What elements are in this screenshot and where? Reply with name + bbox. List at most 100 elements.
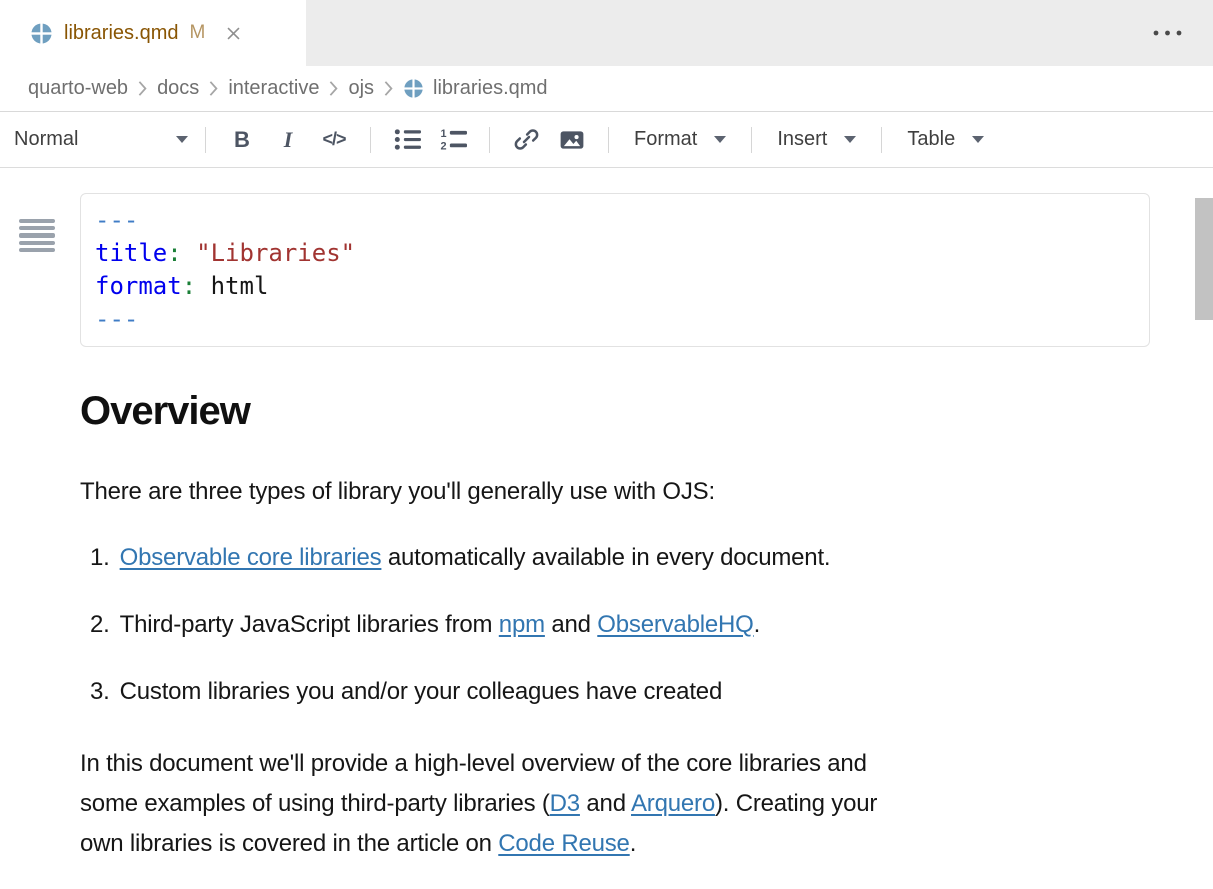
document-canvas: ---title: "Libraries"format: html--- Ove… (0, 193, 1213, 889)
tab-bar: libraries.qmd M (0, 0, 1213, 66)
bold-button[interactable]: B (219, 120, 265, 160)
list-item-number: 3. (90, 677, 110, 707)
insert-menu[interactable]: Insert (765, 128, 868, 151)
link-button[interactable] (503, 120, 549, 160)
italic-button[interactable]: I (265, 120, 311, 160)
list-item-text: Custom libraries you and/or your colleag… (120, 677, 722, 707)
paragraph-line: some examples of using third-party libra… (80, 784, 1133, 824)
chevron-down-icon (714, 136, 726, 143)
editor-window: libraries.qmd M quarto-web docs interactiv… (0, 0, 1213, 889)
code-token-colon: : (182, 272, 196, 300)
paragraph-style-label: Normal (14, 128, 78, 151)
toolbar-divider (205, 127, 206, 153)
code-token-key: format (95, 272, 182, 300)
code-line: title: "Libraries" (95, 237, 1135, 270)
toolbar-divider (608, 127, 609, 153)
text-segment: automatically available in every documen… (381, 544, 830, 571)
insert-menu-label: Insert (777, 128, 827, 151)
tab-bar-space (306, 0, 1213, 66)
doc-link-observable-core-libraries[interactable]: Observable core libraries (120, 544, 382, 571)
code-token-colon: : (167, 239, 181, 267)
text-segment: . (630, 830, 636, 857)
list-item-number: 2. (90, 610, 110, 640)
format-menu-label: Format (634, 128, 697, 151)
doc-link-d3[interactable]: D3 (550, 790, 580, 817)
code-line: --- (95, 204, 1135, 237)
bulleted-list-icon (394, 128, 421, 151)
yaml-front-matter-block[interactable]: ---title: "Libraries"format: html--- (80, 193, 1150, 347)
breadcrumb-item-docs[interactable]: docs (157, 77, 199, 100)
code-line: format: html (95, 270, 1135, 303)
toolbar-divider (370, 127, 371, 153)
bulleted-list-button[interactable] (384, 120, 430, 160)
code-token-plain: html (196, 272, 268, 300)
doc-link-code-reuse[interactable]: Code Reuse (498, 830, 629, 857)
numbered-list-button[interactable]: 1 2 (430, 120, 476, 160)
breadcrumb: quarto-web docs interactive ojs libraries.qm… (0, 66, 1213, 112)
numbered-list-icon: 1 2 (440, 128, 467, 151)
text-segment: ). Creating your (715, 790, 877, 817)
bold-icon: B (234, 127, 250, 153)
code-token-plain (182, 239, 196, 267)
text-segment: and (580, 790, 631, 817)
quarto-file-icon (30, 22, 53, 45)
table-menu-label: Table (907, 128, 955, 151)
breadcrumb-item-quarto-web[interactable]: quarto-web (28, 77, 128, 100)
text-segment: own libraries is covered in the article … (80, 830, 498, 857)
drag-handle-icon[interactable] (19, 219, 55, 252)
formatting-toolbar: Normal B I </> 1 2 (0, 112, 1213, 168)
code-line: --- (95, 303, 1135, 336)
table-menu[interactable]: Table (895, 128, 996, 151)
breadcrumb-item-libraries-qmd[interactable]: libraries.qmd (433, 77, 547, 100)
doc-link-observablehq[interactable]: ObservableHQ (597, 611, 753, 638)
doc-link-arquero[interactable]: Arquero (631, 790, 715, 817)
doc-link-npm[interactable]: npm (499, 611, 545, 638)
list-item-text: Observable core libraries automatically … (120, 543, 831, 573)
text-segment: some examples of using third-party libra… (80, 790, 550, 817)
page-title: Overview (80, 391, 1213, 431)
breadcrumb-chevron-icon (138, 80, 147, 97)
quarto-file-icon (403, 78, 424, 99)
text-segment: Custom libraries you and/or your colleag… (120, 678, 722, 705)
code-token-dash: --- (95, 206, 138, 234)
ellipsis-menu-icon[interactable] (1150, 23, 1185, 43)
paragraph-style-dropdown[interactable]: Normal (14, 128, 192, 151)
svg-text:1: 1 (440, 128, 446, 140)
italic-icon: I (284, 127, 293, 153)
scrollbar-thumb[interactable] (1195, 198, 1213, 320)
text-segment: In this document we'll provide a high-le… (80, 750, 867, 777)
chevron-down-icon (844, 136, 856, 143)
text-segment: Third-party JavaScript libraries from (120, 611, 499, 638)
closing-paragraph: In this document we'll provide a high-le… (80, 744, 1133, 864)
format-menu[interactable]: Format (622, 128, 738, 151)
breadcrumb-item-ojs[interactable]: ojs (348, 77, 374, 100)
code-token-dash: --- (95, 305, 138, 333)
image-button[interactable] (549, 120, 595, 160)
code-token-string: "Libraries" (196, 239, 355, 267)
toolbar-divider (489, 127, 490, 153)
paragraph-line: own libraries is covered in the article … (80, 824, 1133, 864)
tab-filename: libraries.qmd (64, 22, 178, 45)
modified-badge: M (189, 22, 205, 44)
tab-libraries-qmd[interactable]: libraries.qmd M (0, 0, 306, 66)
text-segment: and (545, 611, 597, 638)
chevron-down-icon (972, 136, 984, 143)
link-icon (514, 127, 539, 152)
code-icon: </> (322, 129, 345, 150)
code-token-key: title (95, 239, 167, 267)
close-icon[interactable] (225, 25, 242, 42)
intro-paragraph: There are three types of library you'll … (80, 477, 1133, 507)
svg-text:2: 2 (440, 141, 446, 151)
list-item-number: 1. (90, 543, 110, 573)
chevron-down-icon (176, 136, 188, 143)
list-item-1: 1. Observable core libraries automaticall… (90, 543, 1150, 573)
breadcrumb-chevron-icon (209, 80, 218, 97)
toolbar-divider (751, 127, 752, 153)
breadcrumb-item-interactive[interactable]: interactive (228, 77, 319, 100)
image-icon (559, 127, 585, 153)
text-segment: . (754, 611, 760, 638)
breadcrumb-chevron-icon (329, 80, 338, 97)
paragraph-line: In this document we'll provide a high-le… (80, 744, 1133, 784)
list-item-3: 3. Custom libraries you and/or your colle… (90, 677, 1150, 707)
code-button[interactable]: </> (311, 120, 357, 160)
